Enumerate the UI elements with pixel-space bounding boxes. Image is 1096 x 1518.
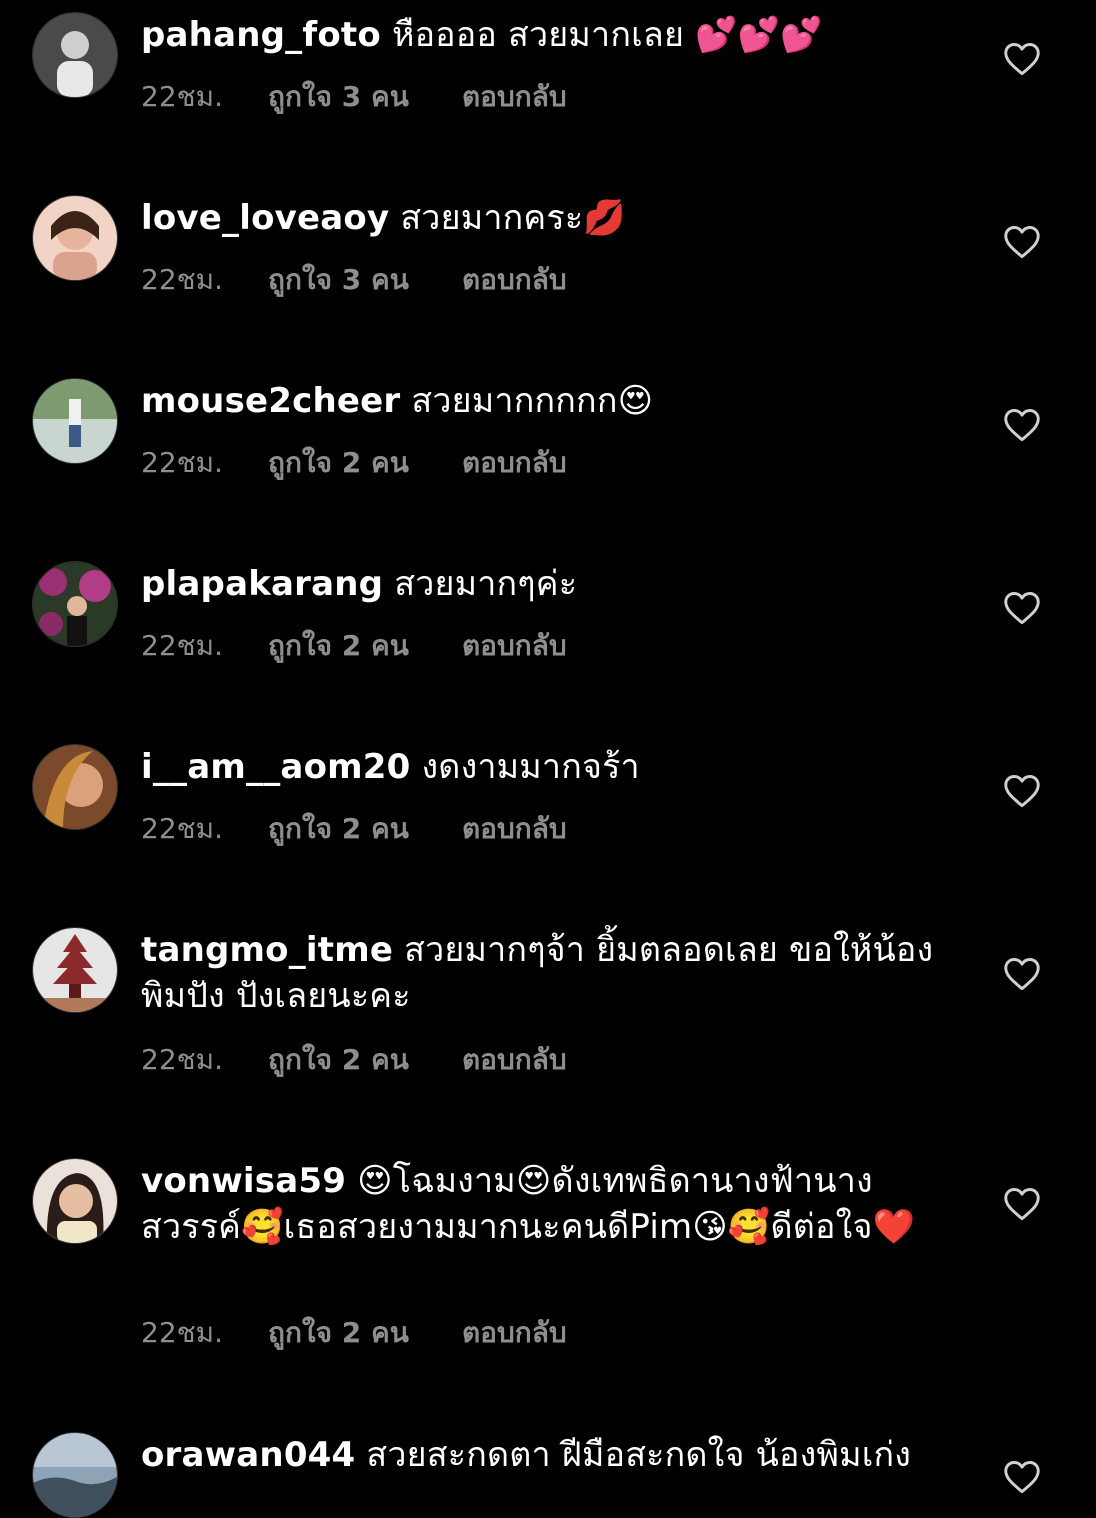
comment-body: love_loveaoy สวยมากคระ💋 xyxy=(141,195,941,241)
comment-time: 22ชม. xyxy=(141,629,223,662)
comment-meta: 22ชม. ถูกใจ 3 คน ตอบกลับ xyxy=(141,77,567,117)
avatar-image xyxy=(33,562,117,646)
avatar[interactable] xyxy=(32,1432,118,1518)
like-heart-icon[interactable] xyxy=(1003,591,1041,625)
comment-likes[interactable]: ถูกใจ 2 คน xyxy=(268,809,462,849)
like-heart-icon[interactable] xyxy=(1003,1187,1041,1221)
comment-text: งดงามมากจร้า xyxy=(421,747,640,787)
comment-likes[interactable]: ถูกใจ 2 คน xyxy=(268,1313,462,1353)
comment-likes[interactable]: ถูกใจ 3 คน xyxy=(268,77,462,117)
comment-username[interactable]: i__am__aom20 xyxy=(141,747,410,787)
comment-time: 22ชม. xyxy=(141,80,223,113)
comment-username[interactable]: orawan044 xyxy=(141,1435,355,1475)
comment-username[interactable]: vonwisa59 xyxy=(141,1161,346,1201)
like-heart-icon[interactable] xyxy=(1003,42,1041,76)
comment-text: สวยมากคระ💋 xyxy=(400,198,626,238)
avatar-image xyxy=(33,13,117,97)
like-heart-icon[interactable] xyxy=(1003,1460,1041,1494)
comment-body: plapakarang สวยมากๆค่ะ xyxy=(141,561,941,607)
comment-body: pahang_foto หืออออ สวยมากเลย 💕💕💕 xyxy=(141,12,941,58)
comment-time: 22ชม. xyxy=(141,446,223,479)
reply-button[interactable]: ตอบกลับ xyxy=(462,260,567,300)
avatar-image xyxy=(33,196,117,280)
like-heart-icon[interactable] xyxy=(1003,774,1041,808)
comment-text: หืออออ สวยมากเลย 💕💕💕 xyxy=(391,15,823,55)
comment-likes[interactable]: ถูกใจ 3 คน xyxy=(268,260,462,300)
comment-meta: 22ชม. ถูกใจ 2 คน ตอบกลับ xyxy=(141,809,567,849)
avatar-image xyxy=(33,1433,117,1517)
comment-text: สวยสะกดตา ฝีมือสะกดใจ น้องพิมเก่ง xyxy=(366,1435,912,1475)
avatar[interactable] xyxy=(32,1158,118,1244)
comment-body: tangmo_itme สวยมากๆจ้า ยิ้มตลอดเลย ขอให้… xyxy=(141,927,941,1019)
comment-meta: 22ชม. ถูกใจ 2 คน ตอบกลับ xyxy=(141,443,567,483)
comment-text: สวยมากกกกก😍 xyxy=(411,381,654,421)
comment-body: mouse2cheer สวยมากกกกก😍 xyxy=(141,378,941,424)
reply-button[interactable]: ตอบกลับ xyxy=(462,77,567,117)
avatar[interactable] xyxy=(32,12,118,98)
comment-meta: 22ชม. ถูกใจ 2 คน ตอบกลับ xyxy=(141,1313,567,1353)
comment-time: 22ชม. xyxy=(141,263,223,296)
like-heart-icon[interactable] xyxy=(1003,957,1041,991)
reply-button[interactable]: ตอบกลับ xyxy=(462,626,567,666)
comment-time: 22ชม. xyxy=(141,1316,223,1349)
comment-body: i__am__aom20 งดงามมากจร้า xyxy=(141,744,941,790)
reply-button[interactable]: ตอบกลับ xyxy=(462,809,567,849)
comment-time: 22ชม. xyxy=(141,812,223,845)
comment-username[interactable]: tangmo_itme xyxy=(141,930,393,970)
avatar[interactable] xyxy=(32,927,118,1013)
comment-meta: 22ชม. ถูกใจ 2 คน ตอบกลับ xyxy=(141,1040,567,1080)
avatar[interactable] xyxy=(32,744,118,830)
avatar[interactable] xyxy=(32,195,118,281)
comment-username[interactable]: mouse2cheer xyxy=(141,381,400,421)
comment-likes[interactable]: ถูกใจ 2 คน xyxy=(268,1040,462,1080)
reply-button[interactable]: ตอบกลับ xyxy=(462,443,567,483)
comment-body: orawan044 สวยสะกดตา ฝีมือสะกดใจ น้องพิมเ… xyxy=(141,1432,941,1494)
comment-username[interactable]: plapakarang xyxy=(141,564,383,604)
comment-text: สวยมากๆค่ะ xyxy=(394,564,578,604)
comment-username[interactable]: pahang_foto xyxy=(141,15,381,55)
avatar[interactable] xyxy=(32,378,118,464)
reply-button[interactable]: ตอบกลับ xyxy=(462,1040,567,1080)
reply-button[interactable]: ตอบกลับ xyxy=(462,1313,567,1353)
comment-likes[interactable]: ถูกใจ 2 คน xyxy=(268,443,462,483)
like-heart-icon[interactable] xyxy=(1003,225,1041,259)
comment-likes[interactable]: ถูกใจ 2 คน xyxy=(268,626,462,666)
avatar-image xyxy=(33,745,117,829)
comment-meta: 22ชม. ถูกใจ 2 คน ตอบกลับ xyxy=(141,626,567,666)
comment-username[interactable]: love_loveaoy xyxy=(141,198,389,238)
avatar-image xyxy=(33,1159,117,1243)
comment-body: vonwisa59 😍โฉมงาม😍ดังเทพธิดานางฟ้านางสวร… xyxy=(141,1158,931,1250)
comment-time: 22ชม. xyxy=(141,1043,223,1076)
avatar-image xyxy=(33,379,117,463)
like-heart-icon[interactable] xyxy=(1003,408,1041,442)
comment-meta: 22ชม. ถูกใจ 3 คน ตอบกลับ xyxy=(141,260,567,300)
avatar-image xyxy=(33,928,117,1012)
avatar[interactable] xyxy=(32,561,118,647)
